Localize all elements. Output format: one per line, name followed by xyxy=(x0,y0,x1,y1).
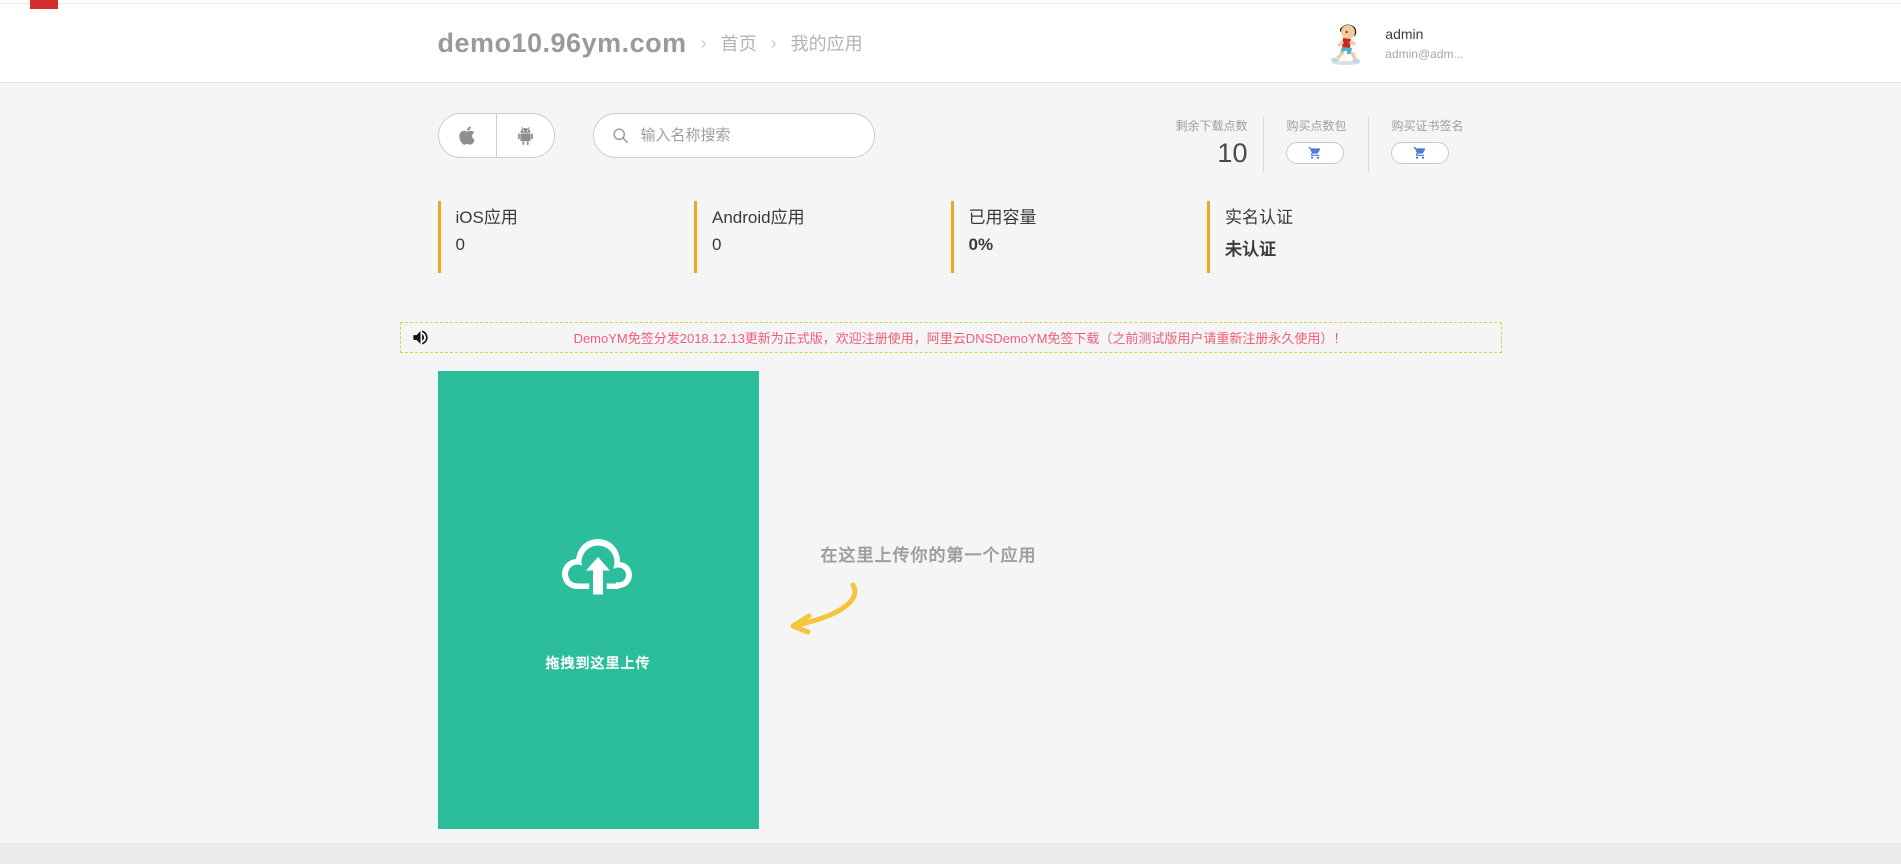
header: demo10.96ym.com › 首页 › 我的应用 admin admin@… xyxy=(0,4,1901,83)
upload-hint: 在这里上传你的第一个应用 xyxy=(790,541,1037,635)
stat-value: 0 xyxy=(712,235,722,254)
breadcrumb-current[interactable]: 我的应用 xyxy=(791,30,863,56)
user-name: admin xyxy=(1385,25,1424,42)
android-icon xyxy=(516,125,535,146)
remaining-points: 剩余下载点数 10 xyxy=(1175,117,1263,173)
user-menu[interactable]: admin admin@adm... xyxy=(1323,20,1464,66)
filter-android-button[interactable] xyxy=(495,114,554,157)
breadcrumb-home[interactable]: 首页 xyxy=(721,30,757,56)
breadcrumb-separator: › xyxy=(770,32,777,53)
remaining-points-value: 10 xyxy=(1217,138,1248,168)
stat-value: 0% xyxy=(968,235,994,254)
upload-dropzone[interactable]: 拖拽到这里上传 xyxy=(437,371,759,829)
stat-ios-apps: iOS应用 0 xyxy=(437,201,695,273)
cart-icon xyxy=(1308,146,1322,160)
notice-banner: DemoYM免签分发2018.12.13更新为正式版，欢迎注册使用，阿里云DNS… xyxy=(399,322,1502,353)
remaining-points-label: 剩余下载点数 xyxy=(1175,119,1248,133)
stats-row: iOS应用 0 Android应用 0 已用容量 0% 实名认证 未认证 xyxy=(437,201,1464,273)
apple-icon xyxy=(458,125,476,146)
cart-icon xyxy=(1413,146,1427,160)
buy-certificate-label: 购买证书签名 xyxy=(1391,119,1464,133)
breadcrumb-separator: › xyxy=(700,32,707,53)
stat-real-name-auth: 实名认证 未认证 xyxy=(1207,201,1464,273)
buy-points-block: 购买点数包 xyxy=(1264,117,1368,173)
speaker-icon xyxy=(411,328,430,347)
user-email: admin@adm... xyxy=(1385,46,1464,61)
buy-points-label: 购买点数包 xyxy=(1286,119,1347,133)
buy-certificate-block: 购买证书签名 xyxy=(1369,117,1464,173)
avatar[interactable] xyxy=(1323,20,1369,66)
stat-label: iOS应用 xyxy=(455,208,518,227)
site-title: demo10.96ym.com xyxy=(437,27,687,58)
footer-bar xyxy=(0,843,1901,864)
stat-used-capacity: 已用容量 0% xyxy=(950,201,1208,273)
notice-text: DemoYM免签分发2018.12.13更新为正式版，欢迎注册使用，阿里云DNS… xyxy=(573,331,1347,346)
cloud-upload-icon xyxy=(558,527,638,607)
stat-android-apps: Android应用 0 xyxy=(694,201,951,273)
stat-value: 0 xyxy=(455,235,465,254)
buy-points-button[interactable] xyxy=(1286,142,1345,164)
stat-label: 已用容量 xyxy=(968,208,1037,227)
dropzone-label: 拖拽到这里上传 xyxy=(545,655,651,671)
stat-label: 实名认证 xyxy=(1225,208,1293,227)
top-left-red-mark xyxy=(30,0,58,9)
stat-label: Android应用 xyxy=(712,208,805,227)
search-input[interactable] xyxy=(640,127,856,144)
search-box xyxy=(592,113,875,158)
search-icon xyxy=(612,127,629,144)
buy-certificate-button[interactable] xyxy=(1391,142,1450,164)
stat-value: 未认证 xyxy=(1225,240,1276,259)
upload-hint-text: 在这里上传你的第一个应用 xyxy=(820,546,1037,565)
upload-section: 拖拽到这里上传 在这里上传你的第一个应用 xyxy=(437,371,1464,829)
curved-arrow-icon xyxy=(790,582,857,635)
toolbar: 剩余下载点数 10 购买点数包 购买证书签名 xyxy=(437,113,1464,173)
filter-ios-button[interactable] xyxy=(439,114,496,157)
platform-filter xyxy=(437,113,555,158)
